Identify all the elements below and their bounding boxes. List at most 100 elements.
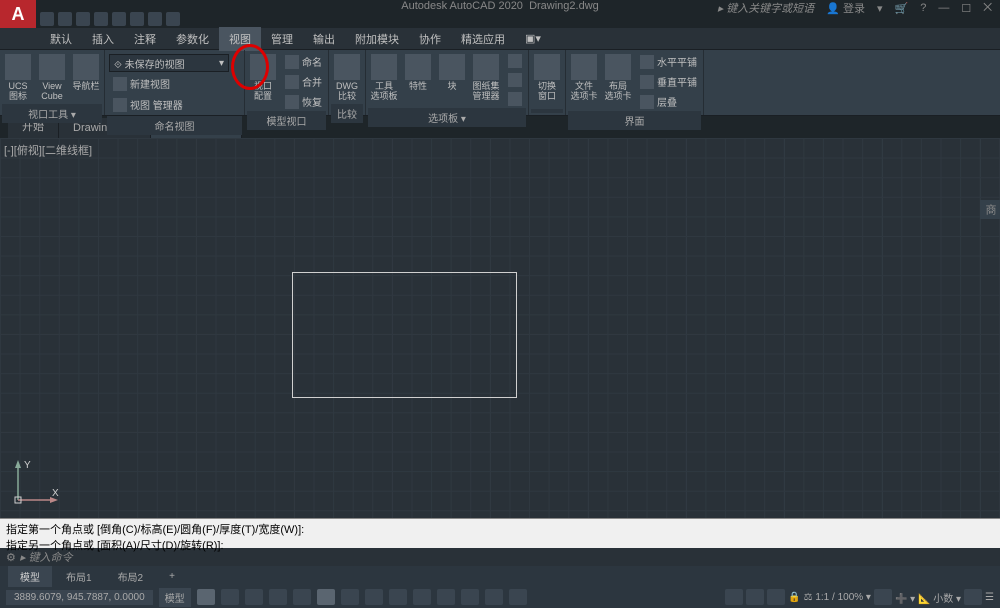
properties-icon	[405, 54, 431, 80]
ribbon: UCS图标 ViewCube 导航栏 视口工具 ▾ ⟐ 未保存的视图▾ 新建视图…	[0, 50, 1000, 116]
menu-default[interactable]: 默认	[40, 27, 82, 51]
close-button[interactable]: ⨉	[983, 2, 992, 15]
qat-open-icon[interactable]	[58, 12, 72, 26]
view-manager-icon	[113, 98, 127, 112]
status-gear-button[interactable]	[874, 589, 892, 605]
menu-more-icon[interactable]: ▣▾	[515, 28, 551, 49]
qat-new-icon[interactable]	[40, 12, 54, 26]
menu-parametric[interactable]: 参数化	[166, 27, 219, 51]
palette-extra2-button[interactable]	[504, 71, 526, 89]
dwg-compare-button[interactable]: DWG比较	[331, 52, 363, 104]
status-ortho-button[interactable]	[245, 589, 263, 605]
blocks-button[interactable]: 块	[436, 52, 468, 94]
viewport-restore-button[interactable]: 恢复	[281, 92, 326, 111]
properties-button[interactable]: 特性	[402, 52, 434, 94]
search-hint[interactable]: ▸ 键入关键字或短语	[718, 0, 815, 16]
cart-icon[interactable]: 🛒	[894, 2, 908, 15]
menu-addins[interactable]: 附加模块	[345, 27, 409, 51]
status-snap-button[interactable]	[221, 589, 239, 605]
palette-extra1-button[interactable]	[504, 52, 526, 70]
status-iso-button[interactable]	[746, 589, 764, 605]
status-fullscreen-button[interactable]	[964, 589, 982, 605]
drawing-area[interactable]: [-][俯视][二维线框] 商 Y X	[0, 138, 1000, 518]
vert-tile-button[interactable]: 垂直平铺	[636, 72, 701, 91]
minimize-button[interactable]: —	[938, 2, 949, 14]
status-menu-button[interactable]: ☰	[985, 592, 994, 603]
status-annomonitor-button[interactable]	[509, 589, 527, 605]
menu-manage[interactable]: 管理	[261, 27, 303, 51]
status-precision-display[interactable]: ➕ ▾ 📐 小数 ▾	[895, 590, 961, 605]
status-transparency-button[interactable]	[389, 589, 407, 605]
viewcube-icon	[39, 54, 65, 80]
menu-view[interactable]: 视图	[219, 27, 261, 51]
qat-save-icon[interactable]	[76, 12, 90, 26]
view-dropdown[interactable]: ⟐ 未保存的视图▾	[109, 54, 229, 72]
status-qp-button[interactable]	[725, 589, 743, 605]
group-named-views-label: 命名视图	[107, 116, 242, 135]
status-wireframe-button[interactable]	[485, 589, 503, 605]
switch-window-button[interactable]: 切换窗口	[531, 52, 563, 104]
command-line-1: 指定第一个角点或 [倒角(C)/标高(E)/圆角(F)/厚度(T)/宽度(W)]…	[6, 521, 994, 537]
file-tabs-button[interactable]: 文件选项卡	[568, 52, 600, 104]
menu-insert[interactable]: 插入	[82, 27, 124, 51]
status-dyn-button[interactable]	[341, 589, 359, 605]
ucs-axis-icon: Y X	[10, 458, 60, 508]
horiz-tile-button[interactable]: 水平平铺	[636, 52, 701, 71]
status-scale-display[interactable]: 🔒 ⚖ 1:1 / 100% ▾	[788, 592, 871, 603]
viewport-name-button[interactable]: 命名	[281, 52, 326, 71]
layout-tabs-button[interactable]: 布局选项卡	[602, 52, 634, 104]
coordinates-display[interactable]: 3889.6079, 945.7887, 0.0000	[6, 590, 153, 605]
new-view-button[interactable]: 新建视图	[109, 74, 174, 93]
status-bar: 3889.6079, 945.7887, 0.0000 模型 🔒 ⚖ 1:1 /…	[0, 586, 1000, 608]
layouttab-layout2[interactable]: 布局2	[106, 566, 156, 587]
menu-featured[interactable]: 精选应用	[451, 27, 515, 51]
layouttab-layout1[interactable]: 布局1	[54, 566, 104, 587]
merge-icon	[285, 75, 299, 89]
tool-palette-button[interactable]: 工具选项板	[368, 52, 400, 104]
cascade-button[interactable]: 层叠	[636, 92, 701, 111]
layout-tabs-bar: 模型 布局1 布局2 +	[0, 566, 1000, 586]
viewport-merge-button[interactable]: 合并	[281, 72, 326, 91]
login-button[interactable]: 👤 登录	[826, 0, 865, 16]
sheetset-button[interactable]: 图纸集管理器	[470, 52, 502, 104]
status-lwt-button[interactable]	[365, 589, 383, 605]
palette-extra3-button[interactable]	[504, 90, 526, 108]
viewport-config-button[interactable]: 视口配置	[247, 52, 279, 104]
drawn-rectangle[interactable]	[292, 272, 517, 398]
status-osnap-button[interactable]	[293, 589, 311, 605]
status-3dosnap-button[interactable]	[437, 589, 455, 605]
status-ducs-button[interactable]	[461, 589, 479, 605]
layouttab-add-button[interactable]: +	[157, 568, 187, 585]
group-palettes-label: 选项板 ▾	[368, 108, 526, 127]
app-exchange-icon[interactable]: ▾	[877, 2, 883, 15]
status-annoscale-button[interactable]	[767, 589, 785, 605]
command-history: 指定第一个角点或 [倒角(C)/标高(E)/圆角(F)/厚度(T)/宽度(W)]…	[0, 518, 1000, 548]
view-manager-button[interactable]: 视图 管理器	[109, 95, 187, 114]
menu-output[interactable]: 输出	[303, 27, 345, 51]
status-cycle-button[interactable]	[413, 589, 431, 605]
help-icon[interactable]: ?	[920, 2, 926, 14]
group-compare-label: 比较	[331, 104, 363, 123]
qat-saveas-icon[interactable]	[94, 12, 108, 26]
status-polar-button[interactable]	[269, 589, 287, 605]
navbar-button[interactable]: 导航栏	[70, 52, 102, 94]
app-logo[interactable]: A	[0, 0, 36, 28]
status-model-button[interactable]: 模型	[159, 588, 191, 607]
qat-more-icon[interactable]	[166, 12, 180, 26]
maximize-button[interactable]: ☐	[961, 2, 971, 15]
palette-extra1-icon	[508, 54, 522, 68]
qat-undo-icon[interactable]	[130, 12, 144, 26]
dwg-compare-icon	[334, 54, 360, 80]
menu-annotate[interactable]: 注释	[124, 27, 166, 51]
viewcube-button[interactable]: ViewCube	[36, 52, 68, 104]
vert-tile-icon	[640, 75, 654, 89]
qat-redo-icon[interactable]	[148, 12, 162, 26]
viewport-label[interactable]: [-][俯视][二维线框]	[4, 142, 92, 158]
status-otrack-button[interactable]	[317, 589, 335, 605]
ucs-icon	[5, 54, 31, 80]
ucs-button[interactable]: UCS图标	[2, 52, 34, 104]
qat-plot-icon[interactable]	[112, 12, 126, 26]
layouttab-model[interactable]: 模型	[8, 566, 52, 587]
status-grid-button[interactable]	[197, 589, 215, 605]
menu-collab[interactable]: 协作	[409, 27, 451, 51]
